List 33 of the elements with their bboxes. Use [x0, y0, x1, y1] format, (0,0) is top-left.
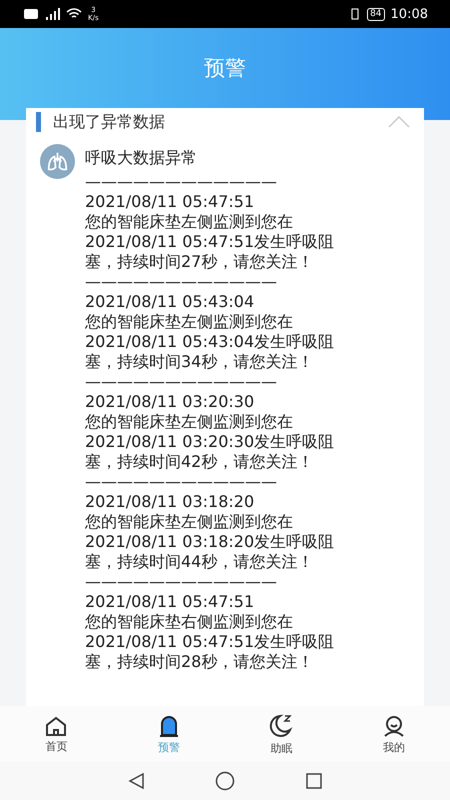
back-icon[interactable]: [127, 772, 145, 790]
wifi-icon: [66, 8, 82, 20]
home-circle-icon[interactable]: [215, 771, 235, 791]
profile-icon: [382, 714, 406, 738]
nav-tab[interactable]: 首页: [26, 714, 86, 754]
section-title: 出现了异常数据: [53, 112, 166, 132]
battery-level: 84: [367, 8, 385, 20]
alert-time: 2021/08/11 05:47:51: [85, 192, 256, 212]
recents-icon[interactable]: [305, 772, 323, 790]
lungs-icon: [40, 144, 75, 179]
page-title: 预警: [204, 55, 246, 82]
separator-line: ————————————: [85, 272, 278, 292]
accent-bar: [36, 112, 41, 132]
alert-time: 2021/08/11 05:47:51: [85, 592, 256, 612]
alert-time: 2021/08/11 03:18:20: [85, 492, 256, 512]
alert-message: 您的智能床垫左侧监测到您在 2021/08/11 03:20:30发生呼吸阻 塞，持续时间42秒，请您关注！: [85, 412, 336, 472]
alert-message: 您的智能床垫左侧监测到您在 2021/08/11 05:47:51发生呼吸阻 塞，持续时间27秒，请您关注！: [85, 212, 336, 272]
signal-icon: [44, 8, 60, 20]
separator-line: ————————————: [85, 172, 278, 192]
separator-line: ————————————: [85, 472, 278, 492]
clock: 10:08: [390, 6, 428, 22]
home-icon: [44, 714, 68, 736]
alert-message: 您的智能床垫左侧监测到您在 2021/08/11 03:18:20发生呼吸阻 塞，持续时间44秒，请您关注！: [85, 512, 336, 572]
moon-icon: [268, 712, 294, 738]
separator-line: ————————————: [85, 572, 278, 592]
nav-tab[interactable]: 我的: [364, 714, 424, 754]
alert-message: 您的智能床垫左侧监测到您在 2021/08/11 05:43:04发生呼吸阻 塞，持续时间34秒，请您关注！: [85, 312, 336, 372]
message-title: 呼吸大数据异常: [85, 148, 198, 168]
separator-line: ————————————: [85, 372, 278, 392]
alert-message: 您的智能床垫右侧监测到您在 2021/08/11 05:47:51发生呼吸阻 塞，持续时间28秒，请您关注！: [85, 612, 336, 672]
nav-tab[interactable]: 助眠: [251, 712, 312, 756]
alert-time: 2021/08/11 05:43:04: [85, 292, 256, 312]
alert-time: 2021/08/11 03:20:30: [85, 392, 256, 412]
